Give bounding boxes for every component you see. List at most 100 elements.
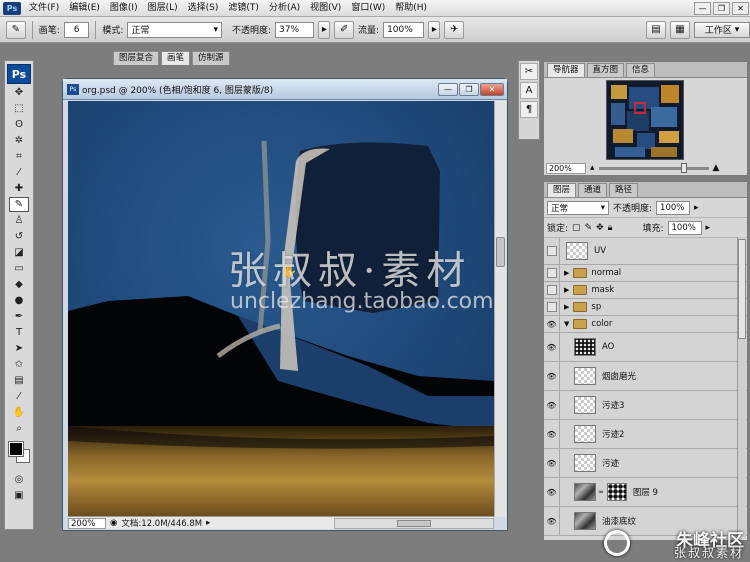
fill-input[interactable]: 100% — [667, 220, 702, 235]
restore-icon[interactable]: ❐ — [459, 82, 479, 96]
opacity-slider-button[interactable]: ▸ — [318, 20, 331, 39]
image-canvas[interactable] — [68, 101, 494, 517]
layer-row-uv[interactable]: UV — [544, 238, 747, 265]
layer-group-sp[interactable]: ▶ sp — [544, 299, 747, 316]
layer-visibility-toggle[interactable] — [544, 299, 560, 315]
document-zoom-field[interactable]: 200% — [68, 517, 106, 529]
layer-visibility-toggle[interactable]: 👁︎ — [544, 507, 560, 535]
lock-transparency-icon[interactable]: ▢ — [572, 223, 581, 233]
navigator-thumbnail[interactable] — [606, 80, 684, 160]
zoom-out-icon[interactable]: ▴ — [590, 163, 595, 173]
menu-layer[interactable]: 图层(L) — [143, 0, 183, 17]
layers-scrollbar[interactable] — [737, 237, 746, 537]
menu-help[interactable]: 帮助(H) — [390, 0, 432, 17]
character-panel-icon[interactable]: A — [520, 82, 538, 99]
layer-visibility-toggle[interactable]: 👁︎ — [544, 316, 560, 332]
lock-pixels-icon[interactable]: ✎ — [585, 223, 593, 233]
layer-visibility-toggle[interactable]: 👁︎ — [544, 420, 560, 448]
eraser-tool-icon[interactable]: ◪ — [9, 245, 29, 260]
layer-row-smudge3[interactable]: 👁︎ 污迹3 — [544, 391, 747, 420]
opacity-input[interactable]: 37% — [275, 21, 315, 38]
brush-tool-icon[interactable]: ✎ — [9, 197, 29, 212]
magic-wand-tool-icon[interactable]: ✲ — [9, 133, 29, 148]
marquee-tool-icon[interactable]: ⬚ — [9, 101, 29, 116]
navigator-zoom-slider[interactable] — [598, 162, 709, 173]
scrollbar-thumb[interactable] — [496, 237, 505, 267]
restore-icon[interactable]: ❐ — [713, 1, 730, 15]
hand-tool-icon[interactable]: ✋ — [9, 405, 29, 420]
tab-layers[interactable]: 图层 — [547, 183, 577, 197]
status-info-icon[interactable]: ◉ — [110, 518, 117, 528]
minimize-icon[interactable]: — — [694, 1, 711, 15]
tab-navigator[interactable]: 导航器 — [547, 63, 585, 77]
clone-stamp-tool-icon[interactable]: ♙ — [9, 213, 29, 228]
dodge-tool-icon[interactable]: ● — [9, 293, 29, 308]
layer-group-normal[interactable]: ▶ normal — [544, 265, 747, 282]
layer-row-smudge[interactable]: 👁︎ 污迹 — [544, 449, 747, 478]
status-menu-icon[interactable]: ▸ — [206, 518, 210, 528]
layer-mask-thumbnail[interactable] — [606, 483, 627, 501]
tab-brushes[interactable]: 画笔 — [161, 51, 191, 65]
layer-row-smudge2[interactable]: 👁︎ 污迹2 — [544, 420, 747, 449]
chevron-right-icon[interactable]: ▶ — [564, 286, 569, 294]
layer-visibility-toggle[interactable]: 👁︎ — [544, 333, 560, 361]
eyedropper-tool-icon[interactable]: ⁄ — [9, 165, 29, 180]
path-selection-tool-icon[interactable]: ➤ — [9, 341, 29, 356]
tab-channels[interactable]: 通道 — [578, 183, 608, 197]
lock-position-icon[interactable]: ✥ — [596, 223, 604, 233]
document-vertical-scrollbar[interactable] — [494, 101, 506, 517]
gradient-tool-icon[interactable]: ▭ — [9, 261, 29, 276]
crop-tool-icon[interactable]: ⌗ — [9, 149, 29, 164]
pen-tool-icon[interactable]: ✒ — [9, 309, 29, 324]
workspace-button[interactable]: 工作区 ▾ — [694, 21, 750, 38]
layer-visibility-toggle[interactable] — [544, 282, 560, 298]
screen-mode-icon[interactable]: ▣ — [9, 488, 29, 503]
document-title-bar[interactable]: Ps org.psd @ 200% (色相/饱和度 6, 图层蒙版/8) — ❐… — [63, 79, 507, 100]
blend-mode-select[interactable]: 正常 ▾ — [547, 200, 609, 215]
tab-info[interactable]: 信息 — [626, 63, 656, 77]
layer-row-ao[interactable]: 👁︎ AO — [544, 333, 747, 362]
scrollbar-thumb[interactable] — [738, 239, 746, 339]
chevron-down-icon[interactable]: ▼ — [564, 320, 569, 328]
navigator-zoom-field[interactable]: 200% — [546, 162, 586, 174]
healing-brush-tool-icon[interactable]: ✚ — [9, 181, 29, 196]
menu-file[interactable]: 文件(F) — [24, 0, 64, 17]
chevron-right-icon[interactable]: ▸ — [706, 223, 711, 233]
zoom-in-icon[interactable]: ▲ — [713, 163, 720, 173]
layer-visibility-toggle[interactable]: 👁︎ — [544, 478, 560, 506]
layer-visibility-toggle[interactable]: 👁︎ — [544, 391, 560, 419]
menu-select[interactable]: 选择(S) — [183, 0, 224, 17]
layer-visibility-toggle[interactable]: 👁︎ — [544, 362, 560, 390]
menu-analysis[interactable]: 分析(A) — [264, 0, 305, 17]
tool-presets-icon[interactable]: ✂ — [520, 63, 538, 80]
palette-well-button[interactable]: ▤ — [646, 20, 667, 39]
chevron-right-icon[interactable]: ▶ — [564, 269, 569, 277]
color-swatches[interactable] — [7, 440, 31, 466]
lock-all-icon[interactable]: 🔒︎ — [608, 223, 613, 233]
flow-slider-button[interactable]: ▸ — [428, 20, 441, 39]
layer-visibility-toggle[interactable] — [544, 265, 560, 281]
quick-mask-icon[interactable]: ◎ — [9, 472, 29, 487]
minimize-icon[interactable]: — — [438, 82, 458, 96]
layer-row-paint-base[interactable]: 👁︎ 油漆底纹 — [544, 507, 747, 536]
eyedropper2-tool-icon[interactable]: ⁄ — [9, 389, 29, 404]
layer-opacity-input[interactable]: 100% — [656, 200, 691, 215]
layer-row-layer9[interactable]: 👁︎ ∞ 图层 9 — [544, 478, 747, 507]
type-tool-icon[interactable]: T — [9, 325, 29, 340]
menu-edit[interactable]: 编辑(E) — [64, 0, 105, 17]
layer-visibility-toggle[interactable]: 👁︎ — [544, 449, 560, 477]
brush-tool-preset-button[interactable]: ✎ — [6, 20, 26, 39]
paragraph-panel-icon[interactable]: ¶ — [520, 101, 538, 118]
zoom-tool-icon[interactable]: ⌕ — [9, 421, 29, 436]
document-horizontal-scrollbar[interactable] — [334, 517, 494, 529]
shape-tool-icon[interactable]: ✩ — [9, 357, 29, 372]
tab-histogram[interactable]: 直方图 — [586, 63, 625, 77]
layer-visibility-toggle[interactable] — [544, 238, 560, 264]
notes-tool-icon[interactable]: ▤ — [9, 373, 29, 388]
menu-image[interactable]: 图像(I) — [105, 0, 143, 17]
layer-row-chimney-polish[interactable]: 👁︎ 烟囱磨光 — [544, 362, 747, 391]
tab-paths[interactable]: 路径 — [609, 183, 639, 197]
layer-group-mask[interactable]: ▶ mask — [544, 282, 747, 299]
airbrush-button[interactable]: ✈ — [444, 20, 465, 39]
move-tool-icon[interactable]: ✥ — [9, 85, 29, 100]
